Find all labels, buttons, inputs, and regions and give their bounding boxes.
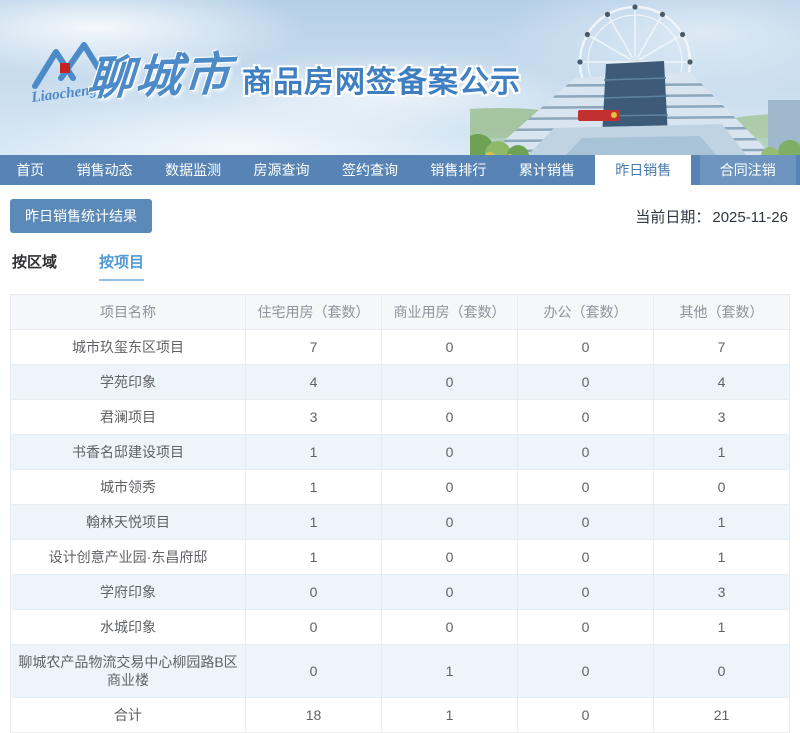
count-cell: 4 xyxy=(653,364,790,400)
project-name-cell: 合计 xyxy=(10,697,246,733)
project-name-cell: 水城印象 xyxy=(10,609,246,645)
project-name-cell: 学府印象 xyxy=(10,574,246,610)
count-cell: 3 xyxy=(653,574,790,610)
view-tab[interactable]: 按区域 xyxy=(12,251,57,281)
nav-item[interactable]: 首页 xyxy=(4,155,56,185)
count-cell: 21 xyxy=(653,697,790,733)
count-cell: 1 xyxy=(653,609,790,645)
table-row: 书香名邸建设项目 1 0 0 1 xyxy=(10,434,790,470)
sales-table-body: 城市玖玺东区项目 7 0 0 7 学苑印象 4 0 0 4 君澜项目 3 0 0 3 书香名邸建设项目 1 0 0 1… xyxy=(10,329,790,733)
count-cell: 0 xyxy=(517,399,654,435)
table-row: 翰林天悦项目 1 0 0 1 xyxy=(10,504,790,540)
count-cell: 7 xyxy=(653,329,790,365)
count-cell: 3 xyxy=(653,399,790,435)
count-cell: 0 xyxy=(245,574,382,610)
nav-item[interactable]: 合同注销 xyxy=(699,155,796,185)
project-name-cell: 聊城农产品物流交易中心柳园路B区商业楼 xyxy=(10,644,246,698)
count-cell: 1 xyxy=(381,644,518,698)
count-cell: 0 xyxy=(653,644,790,698)
table-row: 合计 18 1 0 21 xyxy=(10,697,790,733)
current-date-label: 当前日期： xyxy=(635,208,711,226)
column-header: 办公（套数） xyxy=(517,294,654,330)
project-name-cell: 设计创意产业园·东昌府邸 xyxy=(10,539,246,575)
count-cell: 0 xyxy=(517,697,654,733)
count-cell: 1 xyxy=(245,434,382,470)
count-cell: 0 xyxy=(517,609,654,645)
table-row: 学苑印象 4 0 0 4 xyxy=(10,364,790,400)
count-cell: 7 xyxy=(245,329,382,365)
project-name-cell: 翰林天悦项目 xyxy=(10,504,246,540)
count-cell: 0 xyxy=(381,469,518,505)
column-header: 项目名称 xyxy=(10,294,246,330)
table-row: 城市玖玺东区项目 7 0 0 7 xyxy=(10,329,790,365)
project-name-cell: 书香名邸建设项目 xyxy=(10,434,246,470)
nav-item[interactable]: 销售动态 xyxy=(65,155,145,185)
yesterday-sales-result-button[interactable]: 昨日销售统计结果 xyxy=(10,199,152,233)
count-cell: 0 xyxy=(517,574,654,610)
count-cell: 0 xyxy=(517,644,654,698)
count-cell: 0 xyxy=(517,364,654,400)
count-cell: 1 xyxy=(653,434,790,470)
nav-item[interactable]: 累计销售 xyxy=(507,155,587,185)
count-cell: 0 xyxy=(245,644,382,698)
project-name-cell: 城市领秀 xyxy=(10,469,246,505)
column-header: 其他（套数） xyxy=(653,294,790,330)
count-cell: 1 xyxy=(245,469,382,505)
toolbar: 昨日销售统计结果 当前日期： 2025-11-26 xyxy=(0,185,800,233)
site-title-prefix: 聊城市 xyxy=(85,47,234,105)
project-name-cell: 君澜项目 xyxy=(10,399,246,435)
count-cell: 0 xyxy=(381,539,518,575)
count-cell: 1 xyxy=(653,539,790,575)
current-date: 当前日期： 2025-11-26 xyxy=(635,206,788,227)
count-cell: 0 xyxy=(653,469,790,505)
project-name-cell: 城市玖玺东区项目 xyxy=(10,329,246,365)
sales-table-head: 项目名称 住宅用房（套数） 商业用房（套数） 办公（套数） 其他（套数） xyxy=(10,294,790,330)
count-cell: 0 xyxy=(381,434,518,470)
count-cell: 1 xyxy=(245,539,382,575)
nav-item[interactable]: 销售排行 xyxy=(418,155,498,185)
logo-red-square xyxy=(60,63,70,73)
count-cell: 0 xyxy=(517,434,654,470)
table-row: 设计创意产业园·东昌府邸 1 0 0 1 xyxy=(10,539,790,575)
count-cell: 0 xyxy=(381,574,518,610)
table-wrap: 项目名称 住宅用房（套数） 商业用房（套数） 办公（套数） 其他（套数） 城市玖玺东区项… xyxy=(0,281,800,733)
table-row: 君澜项目 3 0 0 3 xyxy=(10,399,790,435)
column-header: 住宅用房（套数） xyxy=(245,294,382,330)
view-tab[interactable]: 按项目 xyxy=(99,251,145,281)
count-cell: 0 xyxy=(381,329,518,365)
table-row: 聊城农产品物流交易中心柳园路B区商业楼 0 1 0 0 xyxy=(10,644,790,698)
count-cell: 3 xyxy=(245,399,382,435)
view-tabs: 按区域 按项目 xyxy=(0,233,800,281)
count-cell: 1 xyxy=(245,504,382,540)
nav-item[interactable]: 昨日销售 xyxy=(595,155,692,185)
table-row: 学府印象 0 0 0 3 xyxy=(10,574,790,610)
count-cell: 0 xyxy=(381,609,518,645)
current-date-value: 2025-11-26 xyxy=(712,208,788,226)
sales-table: 项目名称 住宅用房（套数） 商业用房（套数） 办公（套数） 其他（套数） 城市玖玺东区项… xyxy=(10,294,790,733)
count-cell: 0 xyxy=(517,504,654,540)
count-cell: 0 xyxy=(245,609,382,645)
main-nav: 首页 销售动态 数据监测 房源查询 签约查询 销售排行 累计销售 昨日销售 合同注销 xyxy=(0,155,800,185)
nav-item[interactable]: 房源查询 xyxy=(242,155,322,185)
table-row: 城市领秀 1 0 0 0 xyxy=(10,469,790,505)
count-cell: 0 xyxy=(381,504,518,540)
count-cell: 0 xyxy=(517,539,654,575)
project-name-cell: 学苑印象 xyxy=(10,364,246,400)
column-header: 商业用房（套数） xyxy=(381,294,518,330)
nav-item[interactable]: 签约查询 xyxy=(330,155,410,185)
banner-building-ferris-wheel-image xyxy=(470,4,800,155)
count-cell: 0 xyxy=(517,469,654,505)
table-row: 水城印象 0 0 0 1 xyxy=(10,609,790,645)
count-cell: 0 xyxy=(381,399,518,435)
count-cell: 1 xyxy=(653,504,790,540)
nav-item[interactable]: 数据监测 xyxy=(153,155,233,185)
count-cell: 4 xyxy=(245,364,382,400)
count-cell: 1 xyxy=(381,697,518,733)
site-banner: Liaocheng 聊城市 商品房网签备案公示 xyxy=(0,0,800,155)
count-cell: 0 xyxy=(517,329,654,365)
count-cell: 0 xyxy=(381,364,518,400)
count-cell: 18 xyxy=(245,697,382,733)
